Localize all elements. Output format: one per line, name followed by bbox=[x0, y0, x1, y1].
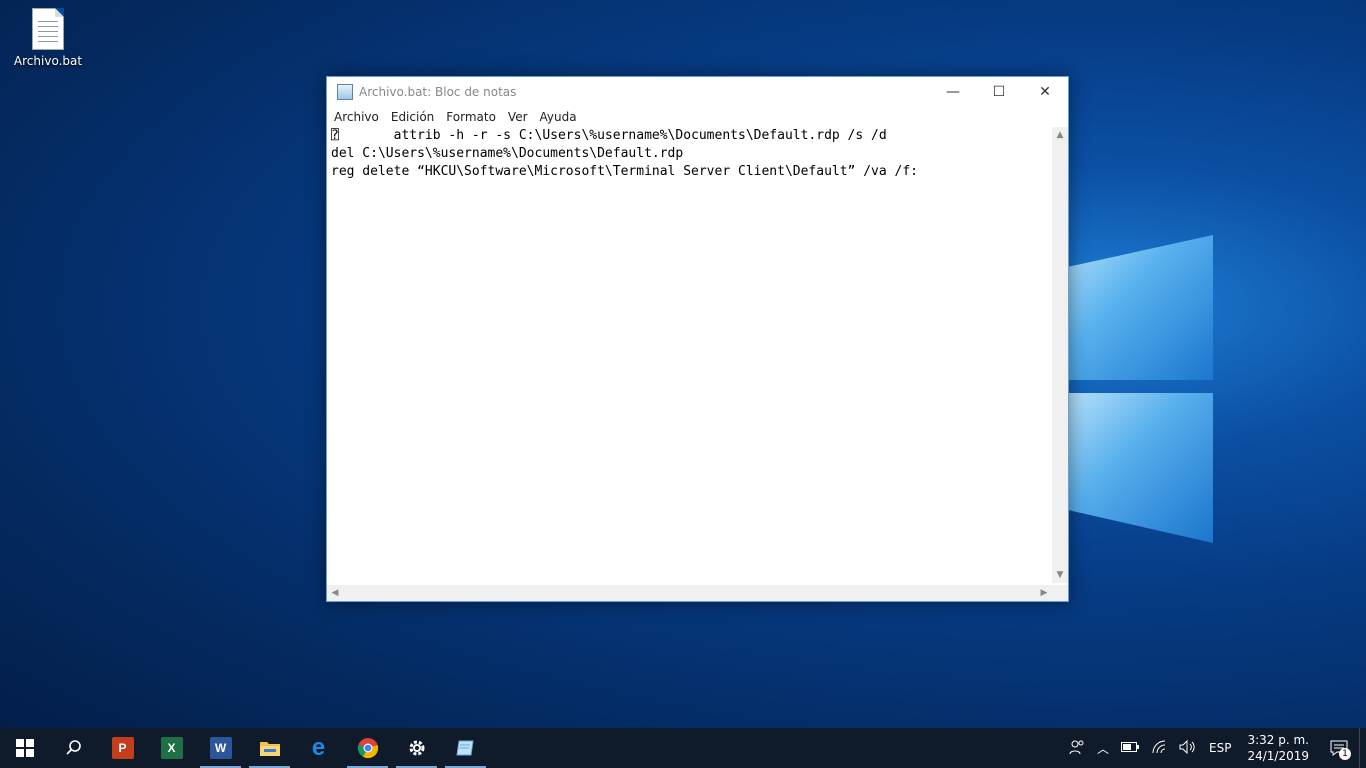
notification-count: 1 bbox=[1339, 748, 1351, 760]
desktop-icon-archivo-bat[interactable]: Archivo.bat bbox=[12, 8, 84, 68]
scroll-up-icon[interactable]: ▲ bbox=[1052, 127, 1068, 143]
chevron-up-icon[interactable]: ︿ bbox=[1091, 740, 1115, 757]
action-center-button[interactable]: 1 bbox=[1319, 728, 1359, 768]
powerpoint-icon: P bbox=[111, 737, 134, 759]
chrome-icon bbox=[357, 738, 378, 759]
batch-file-icon bbox=[32, 8, 64, 50]
logo-pane-top bbox=[1068, 235, 1213, 380]
taskbar-excel[interactable]: X bbox=[147, 728, 196, 768]
word-icon: W bbox=[209, 737, 232, 759]
windows-logo bbox=[1060, 225, 1220, 555]
menu-edicion[interactable]: Edición bbox=[386, 110, 441, 124]
close-button[interactable]: ✕ bbox=[1022, 77, 1068, 107]
scroll-down-icon[interactable]: ▼ bbox=[1052, 567, 1068, 583]
excel-icon: X bbox=[160, 737, 183, 759]
people-icon[interactable] bbox=[1063, 739, 1091, 758]
menu-ayuda[interactable]: Ayuda bbox=[535, 110, 584, 124]
scroll-left-icon[interactable]: ◀ bbox=[327, 585, 343, 601]
title-bar[interactable]: Archivo.bat: Bloc de notas — ☐ ✕ bbox=[327, 77, 1068, 107]
taskbar-word[interactable]: W bbox=[196, 728, 245, 768]
horizontal-scrollbar[interactable]: ◀ ▶ bbox=[327, 585, 1052, 601]
gear-icon bbox=[409, 740, 424, 756]
notepad-window: Archivo.bat: Bloc de notas — ☐ ✕ Archivo… bbox=[326, 76, 1069, 602]
start-button[interactable] bbox=[0, 728, 49, 768]
notepad-icon bbox=[455, 740, 474, 756]
show-desktop-button[interactable] bbox=[1359, 728, 1366, 768]
search-button[interactable] bbox=[49, 728, 98, 768]
window-title: Archivo.bat: Bloc de notas bbox=[359, 85, 517, 99]
taskbar: P X W e ︿ ESP 3:32 p. m. 24/1/2019 1 bbox=[0, 728, 1366, 768]
folder-icon bbox=[259, 742, 280, 756]
battery-icon[interactable] bbox=[1115, 741, 1145, 755]
menu-archivo[interactable]: Archivo bbox=[329, 110, 386, 124]
notepad-icon bbox=[337, 84, 353, 100]
wifi-icon[interactable] bbox=[1145, 740, 1173, 757]
search-icon bbox=[65, 740, 81, 755]
scroll-right-icon[interactable]: ▶ bbox=[1036, 585, 1052, 601]
windows-start-icon bbox=[15, 739, 34, 757]
clock[interactable]: 3:32 p. m. 24/1/2019 bbox=[1237, 732, 1319, 764]
scrollbar-corner bbox=[1052, 585, 1068, 601]
taskbar-notepad[interactable] bbox=[441, 728, 490, 768]
taskbar-settings[interactable] bbox=[392, 728, 441, 768]
system-tray: ︿ ESP 3:32 p. m. 24/1/2019 1 bbox=[1063, 728, 1366, 768]
clock-time: 3:32 p. m. bbox=[1247, 733, 1309, 747]
logo-pane-bottom bbox=[1068, 393, 1213, 543]
taskbar-edge[interactable]: e bbox=[294, 728, 343, 768]
menu-formato[interactable]: Formato bbox=[441, 110, 503, 124]
minimize-button[interactable]: — bbox=[930, 77, 976, 107]
text-editor[interactable]: ⍰ attrib -h -r -s C:\Users\%username%\Do… bbox=[327, 127, 1052, 583]
language-indicator[interactable]: ESP bbox=[1203, 741, 1237, 755]
desktop-icon-label: Archivo.bat bbox=[13, 54, 83, 68]
taskbar-chrome[interactable] bbox=[343, 728, 392, 768]
edge-icon: e bbox=[311, 734, 326, 761]
taskbar-file-explorer[interactable] bbox=[245, 728, 294, 768]
menu-ver[interactable]: Ver bbox=[503, 110, 535, 124]
menu-bar: Archivo Edición Formato Ver Ayuda bbox=[327, 107, 1068, 127]
vertical-scrollbar[interactable]: ▲ ▼ bbox=[1052, 127, 1068, 583]
maximize-button[interactable]: ☐ bbox=[976, 77, 1022, 107]
clock-date: 24/1/2019 bbox=[1247, 749, 1309, 763]
taskbar-powerpoint[interactable]: P bbox=[98, 728, 147, 768]
volume-icon[interactable] bbox=[1173, 739, 1203, 757]
